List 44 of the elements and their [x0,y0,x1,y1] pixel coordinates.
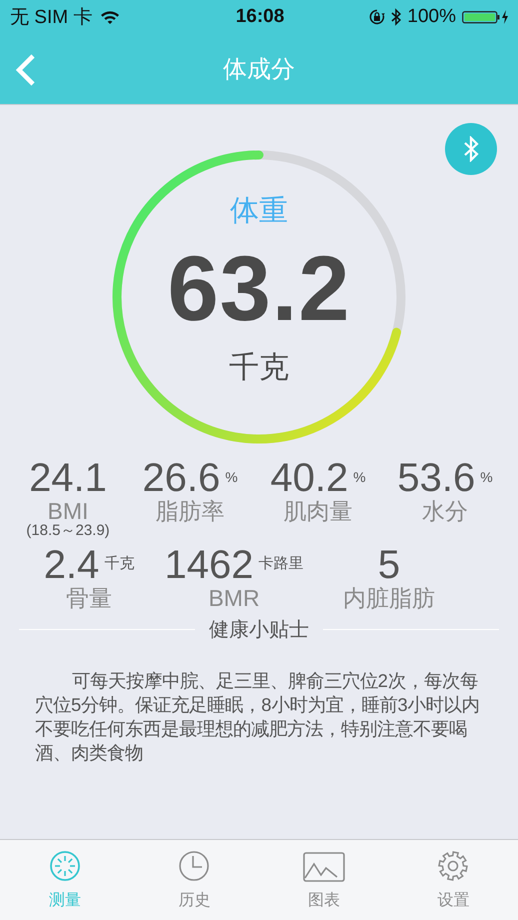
tab-item[interactable]: 设置 [408,840,498,920]
weight-unit: 千克 [229,350,289,386]
stat-label: 内脏脂肪 [343,586,435,610]
stat-label: 肌肉量 [284,499,352,524]
stat-unit: % [225,469,238,485]
carrier-text: 无 SIM 卡 [10,6,92,30]
stat-unit: % [480,469,493,485]
stat-unit: % [353,469,366,485]
gauge-icon [48,850,81,884]
stat-label: 水分 [422,499,468,524]
tips-title: 健康小贴士 [209,618,309,644]
stat-value: 26.6 [142,457,220,499]
gauge-label: 体重 [230,194,288,229]
stat-label: 骨量 [66,586,112,610]
time-text: 16:08 [236,6,284,28]
bluetooth-button[interactable] [445,123,497,175]
stat-unit: 卡路里 [258,554,304,574]
stat-value: 2.4 [44,544,100,586]
stat-unit: 千克 [104,554,134,574]
weight-value: 63.2 [167,243,351,335]
page-title: 体成分 [223,55,295,85]
wifi-icon [100,10,120,24]
stat-label: BMR [208,586,260,610]
picture-icon [302,850,345,884]
stat-value: 40.2 [270,457,348,499]
stat-value: 1462 [164,544,254,586]
stat-value: 24.1 [29,457,107,499]
tab-item[interactable]: 测量 [20,840,110,920]
tab-item[interactable]: 历史 [149,840,240,920]
gear-icon [437,850,470,884]
stat-label: 脂肪率 [156,499,224,524]
rotation-lock-icon [369,9,386,25]
battery-percent: 100% [407,6,456,28]
stat-value: 5 [378,544,400,586]
stat-value: 53.6 [397,457,476,499]
tab-item[interactable]: 图表 [278,840,369,920]
battery-icon [462,9,510,25]
chevron-left-icon [14,53,36,87]
stat-range: (18.5～23.9) [26,523,110,538]
stat-label: BMI [48,499,88,524]
bluetooth-icon [391,8,402,26]
tips-paragraph: 可每天按摩中脘、足三里、脾俞三穴位2次，每次每穴位5分钟。保证充足睡眠，8小时为宜，睡前3小时以内不要吃任何东西是最理想的减肥方法，特别注意不要喝酒、肉类食物 [35,669,481,766]
bluetooth-icon [463,136,479,162]
clock-icon [178,850,210,884]
